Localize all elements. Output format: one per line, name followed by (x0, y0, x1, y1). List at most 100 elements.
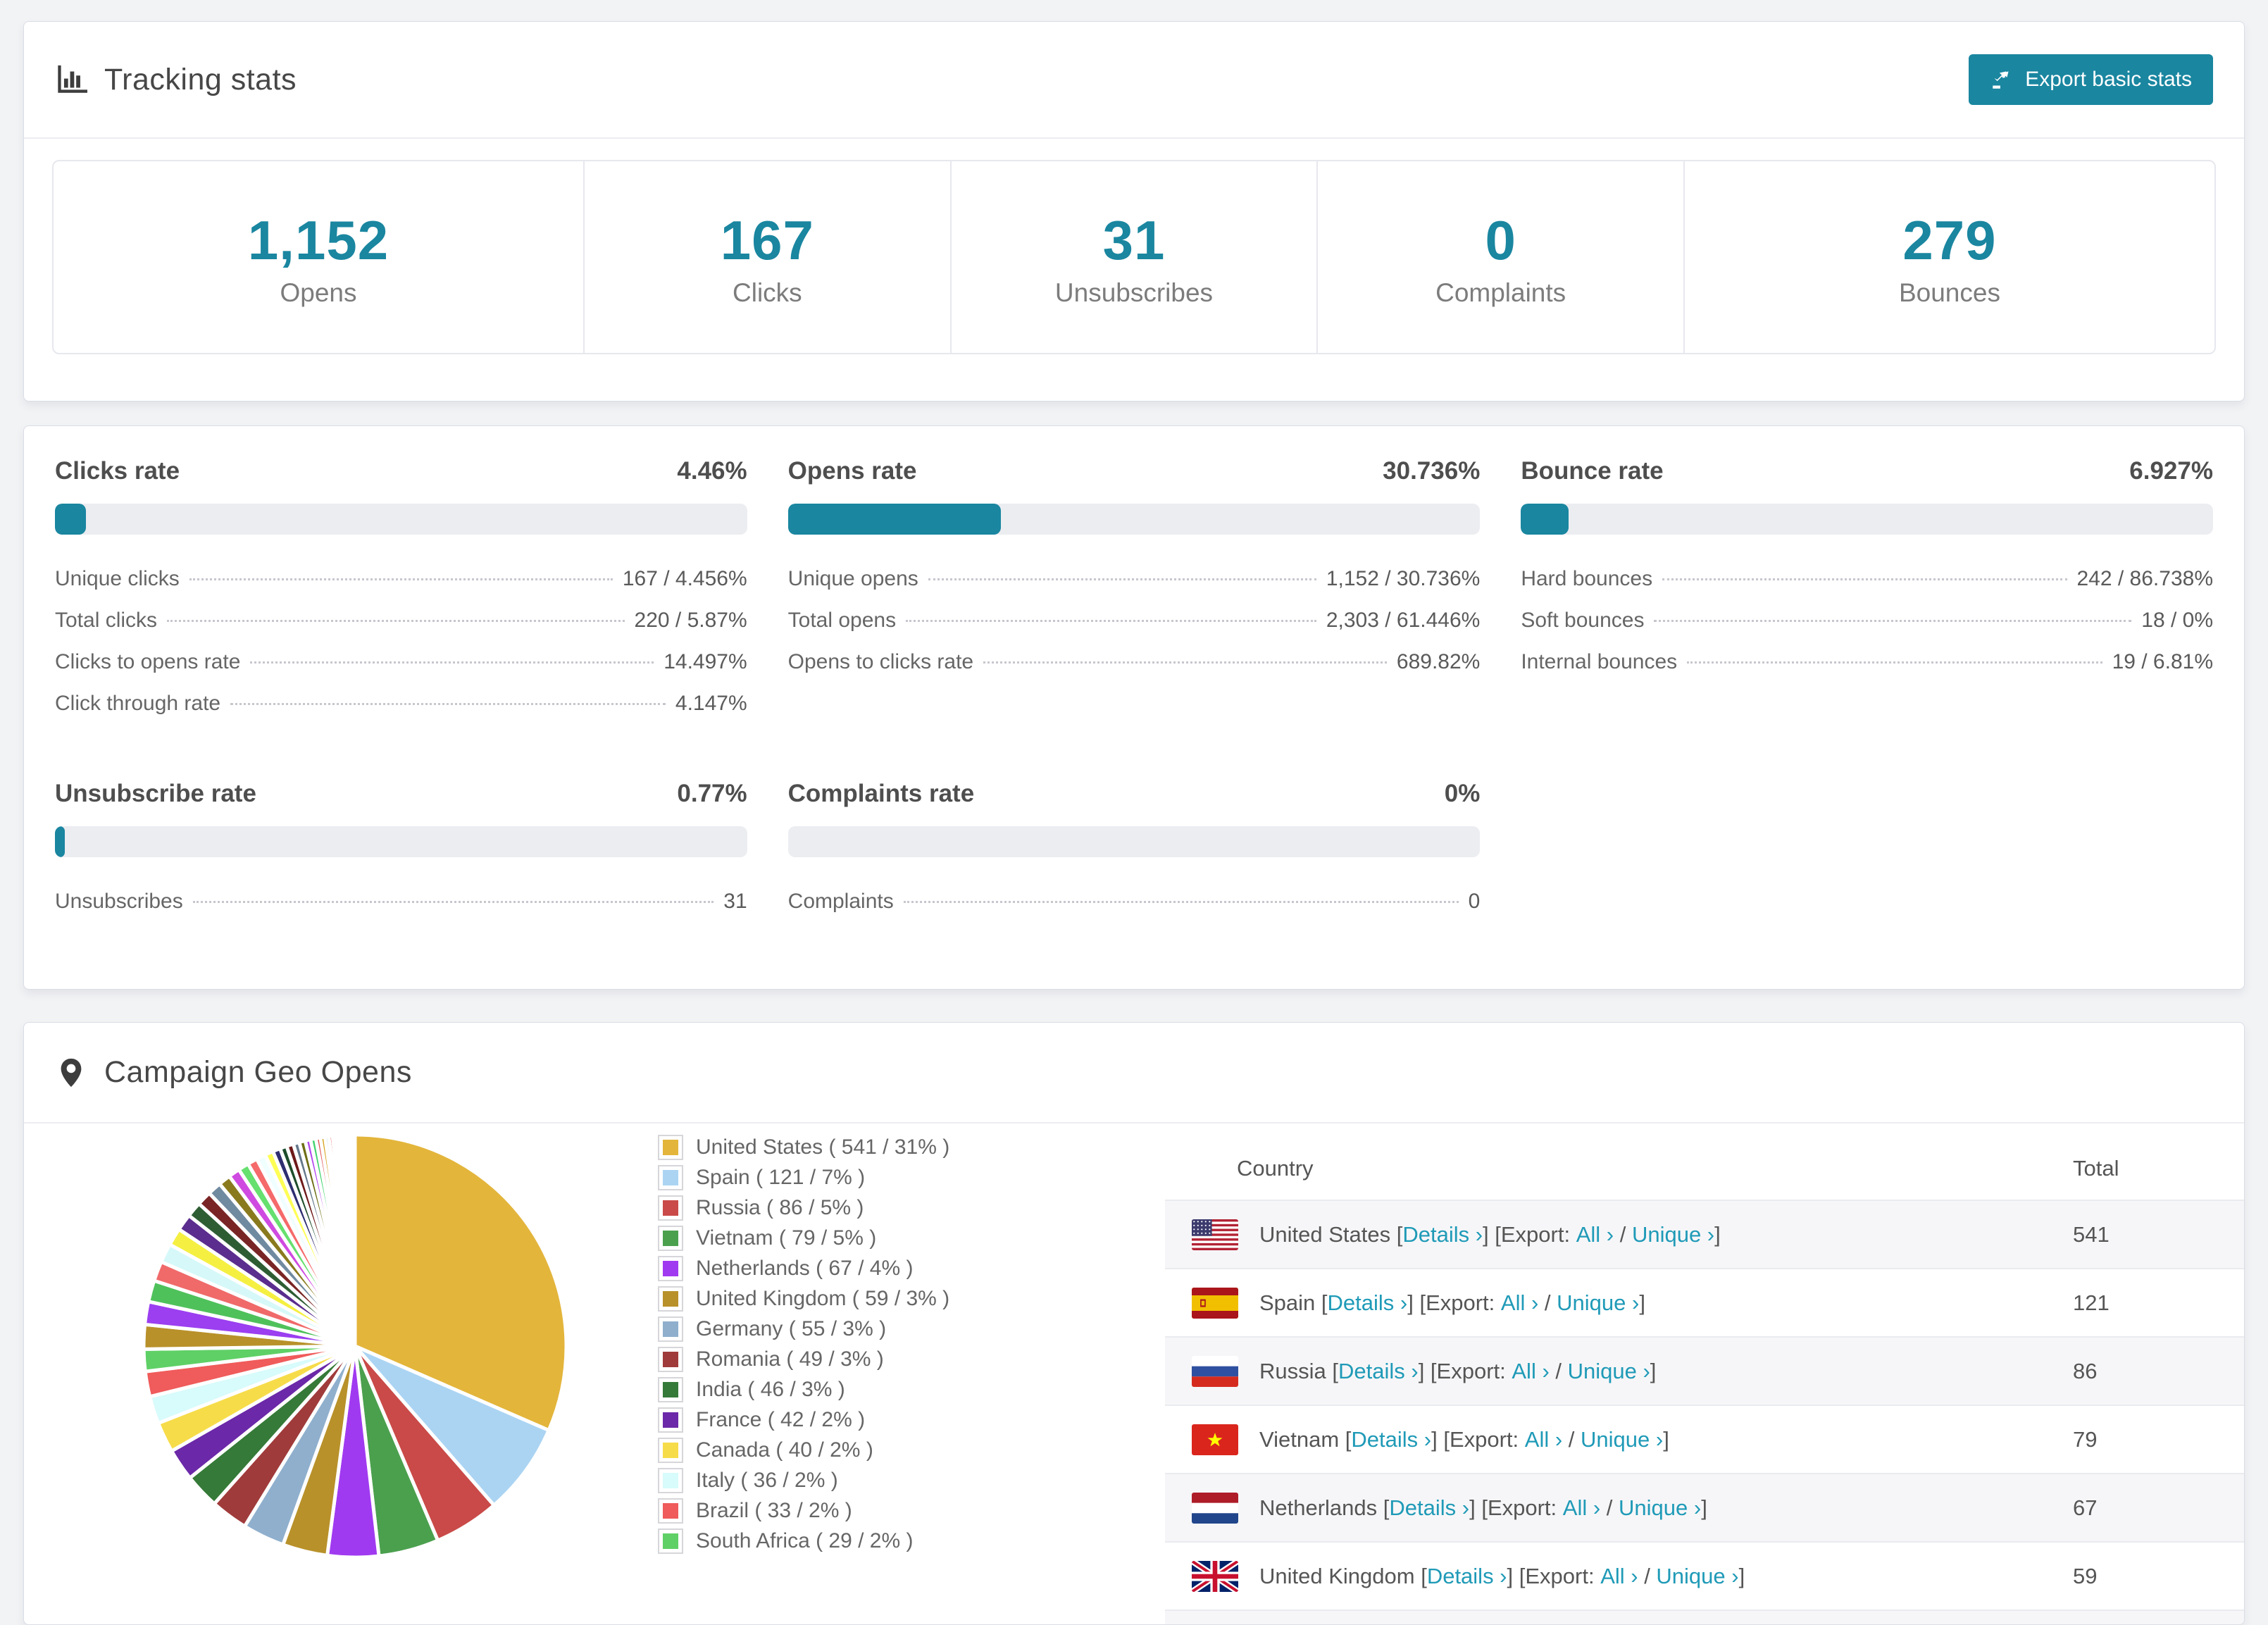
stat-box-opens: 1,152 Opens (54, 161, 583, 353)
details-link[interactable]: Details › (1328, 1290, 1408, 1316)
progress-bar (1521, 504, 2213, 535)
export-basic-stats-button[interactable]: Export basic stats (1969, 54, 2213, 105)
country-total: 79 (2073, 1426, 2098, 1452)
legend-swatch-color (663, 1412, 678, 1428)
export-unique-link[interactable]: Unique › (1619, 1495, 1701, 1521)
progress-bar (787, 826, 1481, 858)
details-link[interactable]: Details › (1389, 1495, 1469, 1521)
details-link[interactable]: Details › (1351, 1427, 1431, 1452)
stat-row-value: 220 / 5.87% (634, 609, 747, 633)
geo-table-country-cell: United Kingdom [Details ›] [Export: All … (1192, 1560, 2073, 1592)
stat-row-label: Total clicks (55, 609, 158, 633)
stat-row: Total clicks 220 / 5.87% (55, 609, 747, 650)
bracket-text: [ (1421, 1563, 1427, 1588)
stat-row-label: Clicks to opens rate (55, 650, 241, 674)
geo-table-row-gb: United Kingdom [Details ›] [Export: All … (1165, 1541, 2244, 1610)
export-button-label: Export basic stats (2025, 68, 2192, 91)
rate-title: Unsubscribe rate (55, 780, 256, 808)
rate-rows: Complaints 0 (788, 890, 1481, 931)
legend-item-germany: Germany ( 55 / 3% ) (658, 1314, 1165, 1344)
geo-title: Campaign Geo Opens (104, 1055, 412, 1090)
geo-table-row-es: Spain [Details ›] [Export: All › / Uniqu… (1165, 1268, 2244, 1336)
details-link[interactable]: Details › (1402, 1222, 1483, 1247)
dashboard-page: Tracking stats Export basic stats 1,152 O… (0, 0, 2268, 1625)
stat-row-value: 4.147% (675, 692, 747, 716)
dotted-leader (167, 620, 625, 623)
stat-row-value: 167 / 4.456% (622, 567, 747, 591)
export-all-link[interactable]: All › (1576, 1222, 1614, 1247)
legend-swatch-color (663, 1230, 678, 1246)
stat-row: Internal bounces 19 / 6.81% (1521, 650, 2213, 692)
stat-row-label: Internal bounces (1521, 650, 1678, 674)
export-all-link[interactable]: All › (1525, 1427, 1562, 1452)
legend-label: Brazil ( 33 / 2% ) (696, 1498, 852, 1522)
stat-row: Soft bounces 18 / 0% (1521, 609, 2213, 650)
legend-label: Canada ( 40 / 2% ) (696, 1438, 873, 1462)
legend-swatch-color (663, 1200, 678, 1216)
legend-label: United Kingdom ( 59 / 3% ) (696, 1286, 950, 1310)
export-unique-link[interactable]: Unique › (1557, 1290, 1639, 1316)
country-total: 541 (2073, 1221, 2110, 1247)
legend-item-italy: Italy ( 36 / 2% ) (658, 1465, 1165, 1495)
geo-table-header-total: Total (2073, 1156, 2119, 1181)
details-link[interactable]: Details › (1338, 1359, 1419, 1384)
legend-item-romania: Romania ( 49 / 3% ) (658, 1344, 1165, 1374)
country-total: 86 (2073, 1358, 2098, 1383)
stats-summary-row: 1,152 Opens 167 Clicks 31 Unsubscribes 0 Compla… (52, 160, 2216, 355)
rate-head: Unsubscribe rate 0.77% (55, 780, 747, 808)
legend-item-brazil: Brazil ( 33 / 2% ) (658, 1495, 1165, 1526)
legend-label: Romania ( 49 / 3% ) (696, 1347, 884, 1371)
export-all-link[interactable]: All › (1501, 1290, 1538, 1316)
rate-title: Bounce rate (1521, 457, 1664, 485)
geo-table-country-cell: United States [Details ›] [Export: All ›… (1192, 1219, 2073, 1250)
geo-table-row-nl: Netherlands [Details ›] [Export: All › /… (1165, 1473, 2244, 1542)
stat-row-value: 31 (723, 890, 747, 914)
bracket-text: ] (1639, 1290, 1645, 1315)
bracket-text: ] [Export: (1469, 1495, 1563, 1520)
export-unique-link[interactable]: Unique › (1568, 1359, 1650, 1384)
stat-row-value: 2,303 / 61.446% (1326, 609, 1481, 633)
legend-label: South Africa ( 29 / 2% ) (696, 1529, 914, 1552)
legend-label: United States ( 541 / 31% ) (696, 1135, 950, 1159)
rate-rows: Unique opens 1,152 / 30.736% Total opens 2,… (788, 567, 1481, 692)
bracket-text: ] [Export: (1483, 1221, 1576, 1247)
legend-swatch (658, 1195, 683, 1221)
legend-swatch-color (663, 1290, 678, 1307)
export-unique-link[interactable]: Unique › (1581, 1427, 1663, 1452)
stat-row-label: Click through rate (55, 692, 221, 716)
details-link[interactable]: Details › (1427, 1564, 1507, 1589)
legend-swatch (658, 1225, 683, 1251)
progress-bar (55, 826, 747, 858)
rate-block-clicks-rate: Clicks rate 4.46% Unique clicks 167 / 4.456… (55, 457, 747, 733)
rates-card: Clicks rate 4.46% Unique clicks 167 / 4.456… (23, 425, 2245, 990)
geo-body: United States ( 541 / 31% ) Spain ( 121 /… (24, 1123, 2244, 1625)
stat-row-value: 689.82% (1396, 650, 1481, 674)
geo-table-country-cell: Netherlands [Details ›] [Export: All › /… (1192, 1492, 2073, 1524)
rate-rows: Unique clicks 167 / 4.456% Total clicks 220… (55, 567, 747, 733)
export-unique-link[interactable]: Unique › (1632, 1222, 1714, 1247)
stat-value: 279 (1902, 209, 1997, 271)
legend-label: France ( 42 / 2% ) (696, 1407, 866, 1431)
legend-item-vietnam: Vietnam ( 79 / 5% ) (658, 1223, 1165, 1253)
export-all-link[interactable]: All › (1600, 1564, 1638, 1589)
legend-label: Russia ( 86 / 5% ) (696, 1195, 864, 1219)
stat-box-bounces: 279 Bounces (1683, 161, 2214, 354)
country-total: 121 (2073, 1290, 2110, 1315)
export-all-link[interactable]: All › (1563, 1495, 1600, 1521)
dotted-leader (1654, 620, 2132, 623)
legend-item-spain: Spain ( 121 / 7% ) (658, 1162, 1165, 1193)
export-all-link[interactable]: All › (1512, 1359, 1549, 1384)
stat-row: Opens to clicks rate 689.82% (788, 650, 1481, 692)
legend-swatch (658, 1285, 683, 1312)
rate-value: 0.77% (677, 780, 747, 808)
export-unique-link[interactable]: Unique › (1656, 1564, 1738, 1589)
rates-grid: Clicks rate 4.46% Unique clicks 167 / 4.456… (55, 457, 2213, 931)
legend-swatch (658, 1346, 683, 1372)
geo-legend: United States ( 541 / 31% ) Spain ( 121 /… (658, 1132, 1165, 1622)
rate-value: 30.736% (1383, 457, 1481, 485)
rate-head: Complaints rate 0% (788, 780, 1481, 808)
bracket-text: / (1538, 1290, 1557, 1315)
geo-country-table: Country Total United States [Details ›] [E… (1165, 1138, 2244, 1625)
stat-row: Click through rate 4.147% (55, 692, 747, 733)
legend-swatch-color (663, 1351, 678, 1367)
